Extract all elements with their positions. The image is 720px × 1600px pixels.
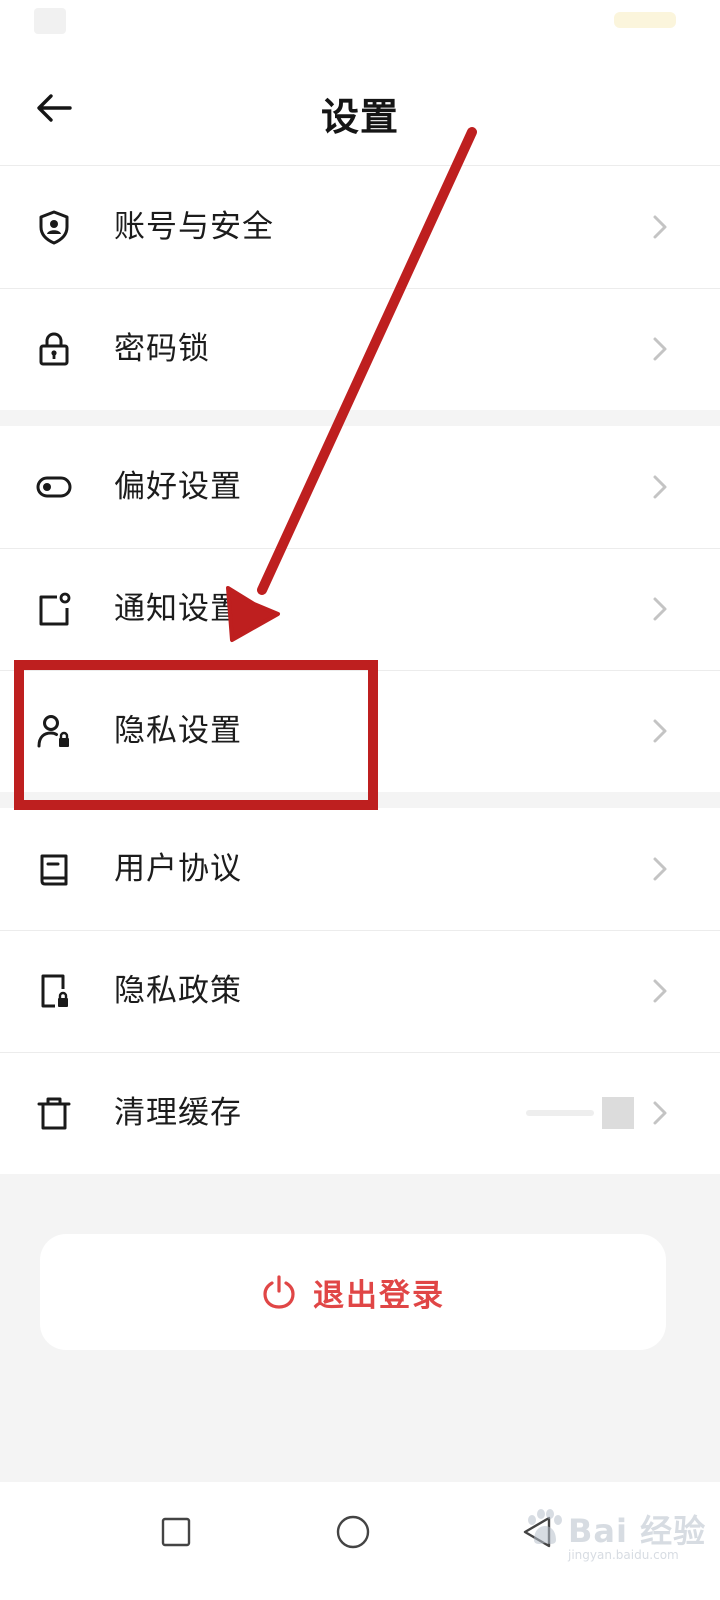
row-label: 账号与安全	[114, 209, 274, 245]
page-title: 设置	[320, 95, 399, 139]
settings-group-preferences: 偏好设置 通知设置 隐私设置	[0, 426, 720, 792]
row-label: 用户协议	[114, 851, 242, 887]
header: 设置	[0, 50, 720, 166]
recent-apps-button[interactable]	[151, 1507, 201, 1557]
settings-group-account: 账号与安全 密码锁	[0, 166, 720, 410]
book-icon	[36, 851, 72, 887]
row-password-lock[interactable]: 密码锁	[0, 288, 720, 410]
trash-icon	[36, 1095, 72, 1131]
status-bar	[0, 0, 720, 50]
row-notifications[interactable]: 通知设置	[0, 548, 720, 670]
power-icon	[263, 1275, 295, 1309]
row-user-agreement[interactable]: 用户协议	[0, 808, 720, 930]
row-label: 隐私政策	[114, 973, 242, 1009]
notification-icon	[36, 591, 72, 627]
row-clear-cache[interactable]: 清理缓存	[0, 1052, 720, 1174]
row-label: 隐私设置	[114, 713, 242, 749]
user-lock-icon	[36, 713, 72, 749]
chevron-right-icon	[653, 475, 667, 499]
chevron-right-icon	[653, 1101, 667, 1125]
chevron-right-icon	[653, 979, 667, 1003]
shield-user-icon	[36, 209, 72, 245]
row-label: 密码锁	[114, 331, 210, 367]
watermark: Bai 经验 jingyan.baidu.com	[522, 1500, 712, 1570]
battery-indicator	[614, 12, 676, 28]
blurred-text	[526, 1110, 594, 1116]
watermark-brand: Bai 经验	[568, 1512, 707, 1550]
settings-group-legal: 用户协议 隐私政策 清理缓存	[0, 808, 720, 1174]
row-label: 通知设置	[114, 591, 242, 627]
blurred-box	[602, 1097, 634, 1129]
row-account-security[interactable]: 账号与安全	[0, 166, 720, 288]
toggle-icon	[36, 469, 72, 505]
document-lock-icon	[36, 973, 72, 1009]
paw-logo	[528, 1509, 562, 1544]
row-privacy-settings[interactable]: 隐私设置	[0, 670, 720, 792]
chevron-right-icon	[653, 857, 667, 881]
row-label: 偏好设置	[114, 469, 242, 505]
row-privacy-policy[interactable]: 隐私政策	[0, 930, 720, 1052]
status-left-indicator	[34, 8, 66, 34]
chevron-right-icon	[653, 215, 667, 239]
row-label: 清理缓存	[114, 1095, 242, 1131]
recent-apps-icon	[161, 1517, 191, 1547]
home-icon	[336, 1515, 370, 1549]
row-preferences[interactable]: 偏好设置	[0, 426, 720, 548]
logout-label: 退出登录	[313, 1277, 445, 1314]
watermark-url: jingyan.baidu.com	[568, 1548, 679, 1562]
chevron-right-icon	[653, 719, 667, 743]
cache-size-value	[524, 1097, 634, 1129]
home-button[interactable]	[328, 1507, 378, 1557]
chevron-right-icon	[653, 597, 667, 621]
chevron-right-icon	[653, 337, 667, 361]
logout-button[interactable]: 退出登录	[40, 1234, 666, 1350]
padlock-icon	[36, 331, 72, 367]
